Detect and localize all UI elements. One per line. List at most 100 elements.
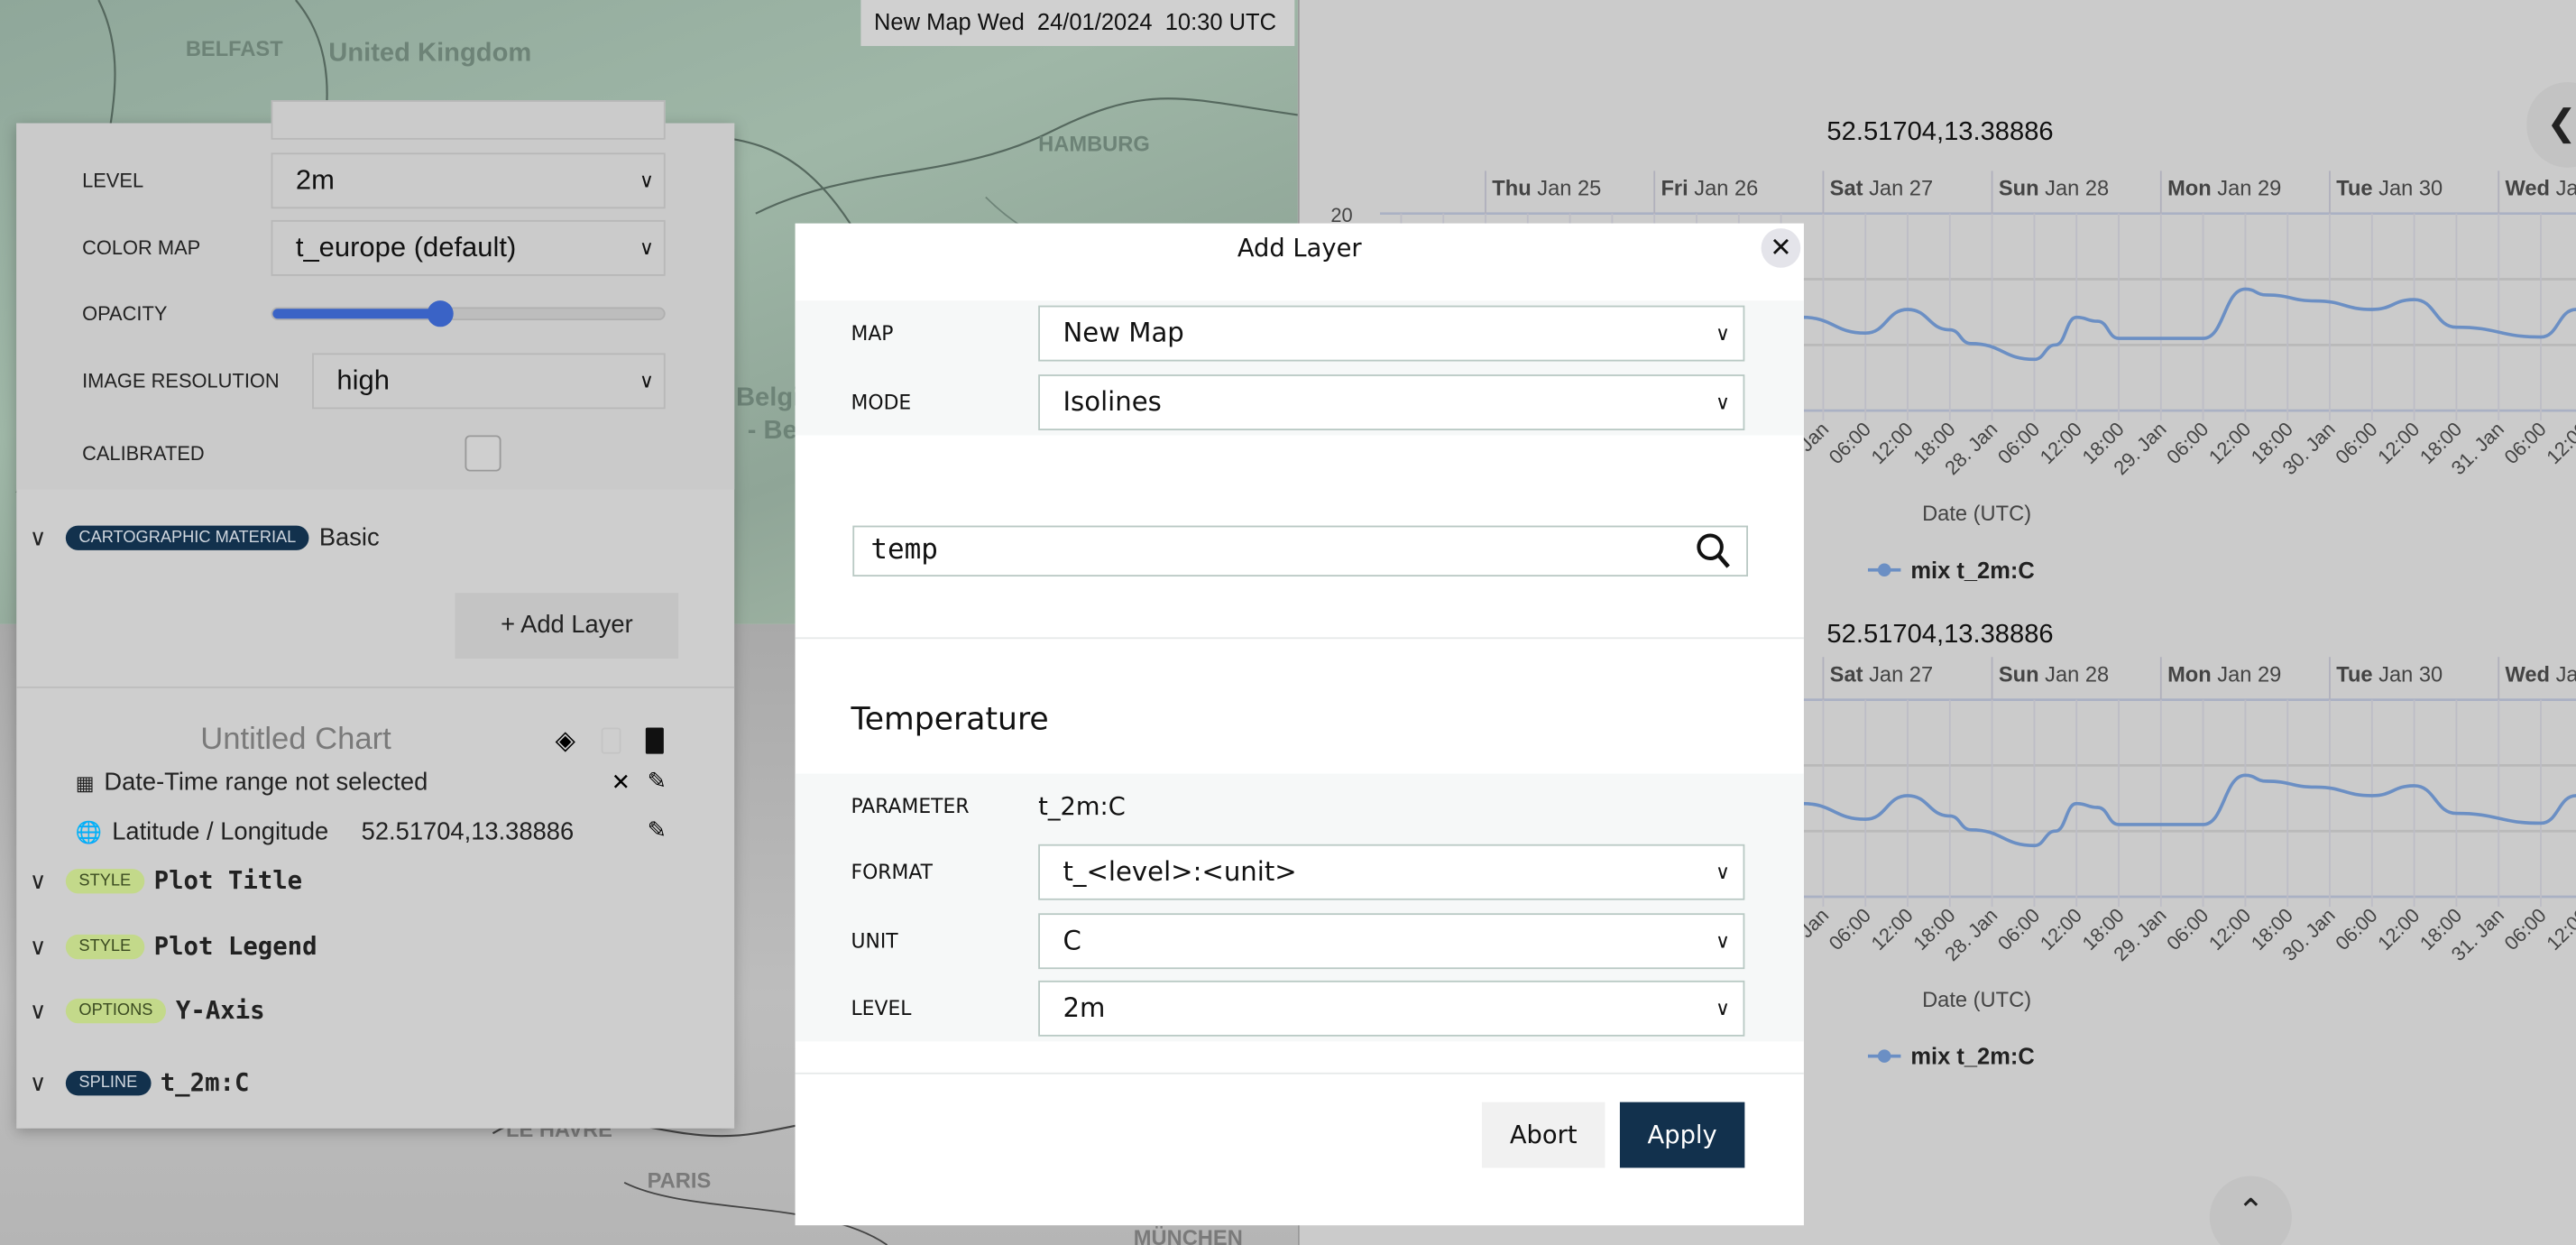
x-tick-label: 12:00: [2204, 904, 2255, 954]
day-label: Sat Jan 27: [1830, 664, 1933, 687]
unit-select[interactable]: C ∨: [1038, 913, 1745, 970]
map-label: MAP: [851, 321, 894, 346]
section-label: t_2m:C: [160, 1067, 250, 1098]
x-tick-label: 06:00: [2162, 418, 2213, 468]
copy-icon[interactable]: [601, 727, 621, 754]
section-spline[interactable]: ∨ SPLINE t_2m:C: [30, 1067, 250, 1097]
series-line: [1801, 287, 2576, 362]
x-tick-label: 12:00: [1866, 904, 1917, 954]
day-label: Mon Jan 29: [2167, 664, 2281, 687]
cartographic-material-row[interactable]: ∨ CARTOGRAPHIC MATERIAL Basic: [30, 524, 380, 552]
day-label: Fri Jan 26: [1661, 178, 1758, 201]
day-label: Sun Jan 28: [1999, 664, 2109, 687]
x-tick-label: 12:00: [1866, 418, 1917, 468]
close-button[interactable]: ✕: [1761, 228, 1801, 268]
latlon-label: Latitude / Longitude: [112, 817, 329, 846]
day-label: Tue Jan 30: [2336, 664, 2443, 687]
series-line: [1801, 773, 2576, 848]
x-tick-label: 06:00: [2162, 904, 2213, 954]
search-input[interactable]: temp: [852, 525, 1749, 577]
colormap-value: t_europe (default): [295, 231, 517, 263]
dialog-title: Add Layer: [1237, 233, 1362, 263]
map-select[interactable]: New Map ∨: [1038, 305, 1745, 362]
x-tick-label: 06:00: [1825, 904, 1875, 954]
day-label: Sun Jan 28: [1999, 178, 2109, 201]
apply-button[interactable]: Apply: [1619, 1102, 1745, 1168]
chevron-down-icon: ∨: [29, 1068, 47, 1095]
close-icon: ✕: [1770, 231, 1792, 263]
clear-icon[interactable]: ✕: [612, 769, 630, 797]
group-title: Temperature: [851, 701, 1049, 738]
datetime-text: Date-Time range not selected: [104, 769, 428, 797]
x-tick-label: 06:00: [2331, 904, 2381, 954]
x-tick-label: 12:00: [2542, 904, 2576, 954]
x-tick-label: 12:00: [2036, 418, 2086, 468]
parameter-label: PARAMETER: [851, 795, 970, 818]
layers-icon[interactable]: ◈: [556, 724, 575, 757]
x-tick-label: 12:00: [2373, 904, 2424, 954]
mode-label: MODE: [851, 391, 912, 414]
day-label: Tue Jan 30: [2336, 178, 2443, 201]
calibrated-label: CALIBRATED: [82, 441, 205, 466]
section-y-axis[interactable]: ∨ OPTIONS Y-Axis: [30, 995, 265, 1025]
unit-label: UNIT: [851, 929, 898, 953]
level-select[interactable]: 2m ∨: [1038, 980, 1745, 1037]
chevron-down-icon: ∨: [29, 996, 47, 1023]
day-label: Mon Jan 29: [2167, 178, 2281, 201]
unit-value: C: [1063, 924, 1081, 956]
divider: [795, 637, 1804, 640]
chevron-down-icon: ∨: [1715, 860, 1730, 884]
level-value: 2m: [295, 164, 335, 196]
globe-icon: 🌐: [75, 818, 103, 844]
calibrated-checkbox[interactable]: [465, 435, 501, 472]
level-select[interactable]: 2m ∨: [271, 152, 666, 209]
opacity-fill: [272, 309, 441, 319]
level-label: LEVEL: [82, 169, 144, 193]
datetime-row: ▦ Date-Time range not selected: [76, 769, 428, 797]
day-label: Sat Jan 27: [1830, 178, 1933, 201]
search-icon[interactable]: [1694, 527, 1734, 573]
abort-button[interactable]: Abort: [1481, 1102, 1605, 1168]
chevron-down-icon: ∨: [639, 236, 654, 260]
previous-select[interactable]: [271, 100, 666, 140]
mode-value: Isolines: [1063, 385, 1162, 418]
opacity-label: OPACITY: [82, 301, 168, 326]
day-label: Thu Jan 25: [1492, 178, 1601, 201]
resolution-value: high: [336, 364, 390, 396]
colormap-select[interactable]: t_europe (default) ∨: [271, 219, 666, 276]
x-tick-label: 12:00: [2373, 418, 2424, 468]
add-layer-button[interactable]: + Add Layer: [455, 593, 679, 659]
mode-select[interactable]: Isolines ∨: [1038, 374, 1745, 430]
badge: STYLE: [65, 934, 144, 959]
map-value: New Map: [1063, 317, 1184, 348]
chevron-down-icon: ∨: [1715, 997, 1730, 1020]
resolution-label: IMAGE RESOLUTION: [82, 369, 280, 393]
resolution-select[interactable]: high ∨: [312, 353, 666, 410]
add-layer-label: Add Layer: [520, 611, 633, 640]
calendar-icon: ▦: [75, 770, 95, 795]
layer-settings: LEVEL 2m ∨ COLOR MAP t_europe (default) ∨ …: [16, 100, 735, 490]
chevron-down-icon: ∨: [29, 866, 47, 893]
chevron-down-icon: ∨: [639, 169, 654, 193]
x-tick-label: 06:00: [2499, 904, 2550, 954]
x-tick-label: 06:00: [1993, 904, 2044, 954]
divider: [16, 687, 735, 688]
chevron-down-icon: ∨: [1715, 929, 1730, 953]
section-plot-title[interactable]: ∨ STYLE Plot Title: [30, 865, 302, 895]
search-value: temp: [870, 533, 938, 567]
x-tick-label: 12:00: [2036, 904, 2086, 954]
chevron-down-icon: ∨: [29, 932, 47, 959]
trash-icon[interactable]: [645, 727, 664, 754]
badge: SPLINE: [65, 1070, 151, 1095]
app-root: BELFAST United Kingdom HAMBURG België - …: [0, 0, 2576, 1245]
badge: OPTIONS: [65, 998, 166, 1023]
edit-icon[interactable]: ✎: [648, 767, 667, 795]
day-label: Wed Jan 31: [2505, 664, 2576, 687]
format-select[interactable]: t_<level>:<unit> ∨: [1038, 844, 1745, 900]
opacity-slider[interactable]: [271, 300, 666, 327]
section-plot-legend[interactable]: ∨ STYLE Plot Legend: [30, 931, 317, 961]
level-label: LEVEL: [851, 997, 912, 1020]
edit-icon[interactable]: ✎: [648, 816, 667, 844]
divider: [795, 1072, 1804, 1074]
opacity-handle[interactable]: [428, 300, 455, 327]
